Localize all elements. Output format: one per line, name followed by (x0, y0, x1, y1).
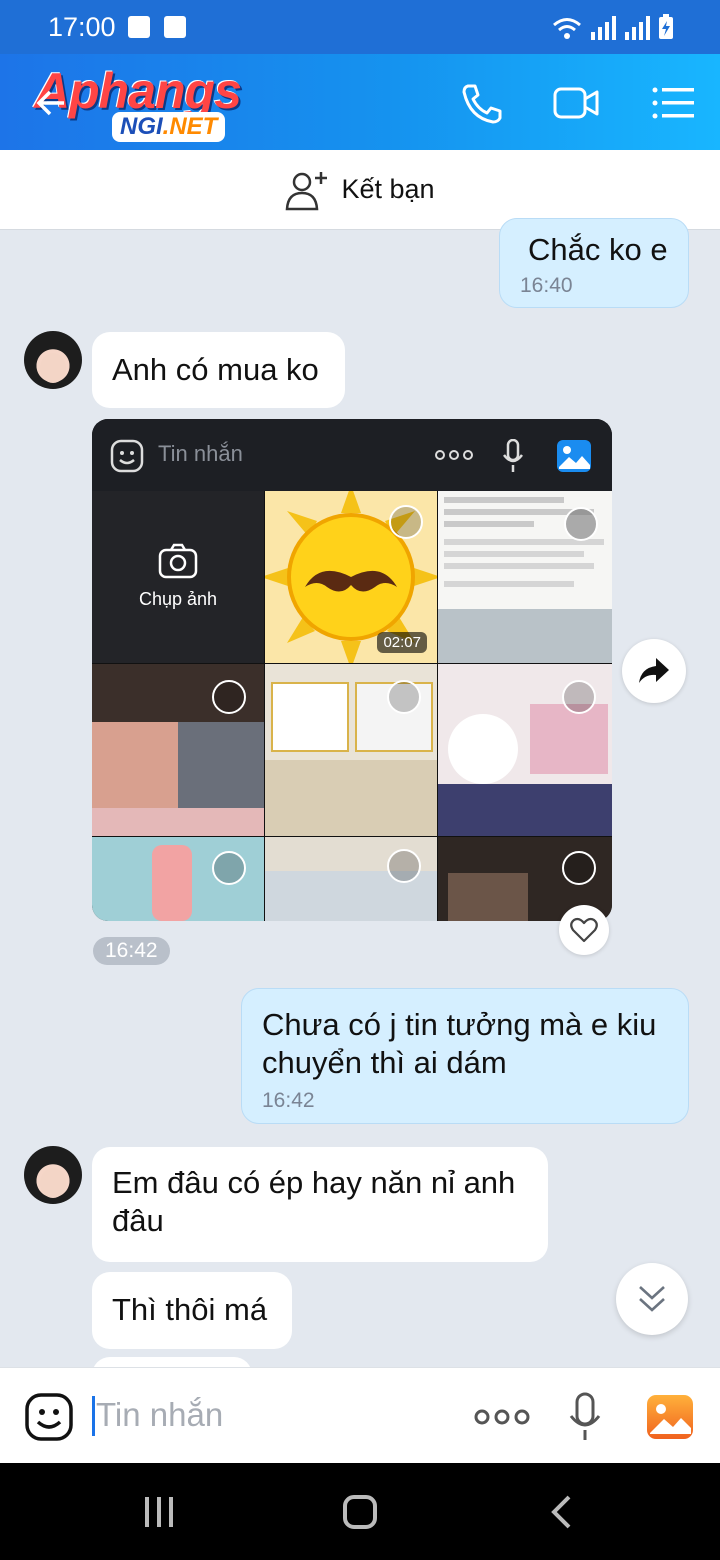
microphone-icon (503, 439, 523, 472)
add-friend-label: Kết bạn (341, 174, 435, 204)
double-chevron-down-icon (639, 1286, 665, 1312)
wifi-icon (553, 18, 581, 39)
message-text-line2: chuyển thì ai dám (262, 1045, 507, 1080)
heart-icon (570, 917, 598, 943)
react-heart-button[interactable] (559, 905, 609, 955)
microphone-icon[interactable] (568, 1392, 602, 1442)
message-text-line2: đâu (112, 1203, 164, 1238)
video-call-icon[interactable] (552, 80, 600, 126)
message-bubble-outgoing[interactable]: Chưa có j tin tưởng mà e kiu chuyển thì … (241, 988, 689, 1124)
message-text: Thì thôi má (112, 1292, 268, 1327)
status-bar: 17:00 (0, 0, 720, 54)
more-dots-icon (435, 450, 473, 460)
message-text: Chắc ko e (528, 232, 668, 267)
message-input[interactable]: Tin nhắn (92, 1392, 452, 1440)
battery-charging-icon (659, 14, 673, 39)
skincare-post-tile (265, 664, 437, 836)
watermark-logo: Aphangs NGI.NET (34, 62, 264, 144)
message-input-placeholder: Tin nhắn (96, 1396, 224, 1433)
chat-header: Aphangs NGI.NET (0, 54, 720, 150)
message-composer: Tin nhắn (0, 1367, 720, 1463)
cosmetics-post-tile (92, 664, 264, 836)
emoji-sticker-icon[interactable] (24, 1392, 74, 1442)
check-notification-icon (164, 16, 186, 38)
message-time: 16:42 (262, 1089, 315, 1112)
more-options-icon[interactable] (474, 1408, 530, 1426)
image-gallery-icon[interactable] (646, 1394, 694, 1440)
share-forward-button[interactable] (622, 639, 686, 703)
message-time-badge: 16:42 (93, 937, 170, 965)
camera-label: Chụp ảnh (138, 589, 218, 609)
gallery-icon (557, 440, 591, 472)
logo-badge: NGI.NET (112, 112, 226, 142)
image-composer-placeholder: Tin nhắn (158, 441, 243, 466)
sticker-video-tile: 02:07 (265, 491, 437, 663)
message-bubble-outgoing[interactable]: Chắc ko e 16:40 (499, 218, 689, 308)
signal-icon (591, 16, 616, 40)
back-arrow-icon[interactable] (36, 88, 66, 118)
gallery-notification-icon (128, 16, 150, 38)
emoji-icon (110, 439, 144, 473)
status-time: 17:00 (48, 12, 116, 42)
text-post-tile (438, 491, 612, 663)
message-text: Anh có mua ko (112, 352, 319, 387)
add-friend-icon (286, 171, 328, 210)
home-icon[interactable] (342, 1494, 378, 1530)
image-composer-bar: Tin nhắn (92, 419, 612, 491)
system-navigation-bar (0, 1463, 720, 1560)
message-bubble-incoming[interactable]: Anh có mua ko (92, 332, 345, 408)
signal-icon-2 (625, 16, 650, 40)
menu-list-icon[interactable] (650, 80, 698, 126)
phone-call-icon[interactable] (458, 80, 506, 126)
recent-apps-icon[interactable] (143, 1497, 175, 1527)
camera-tile: Chụp ảnh (92, 491, 264, 663)
message-image-attachment[interactable]: Tin nhắn Chụp ảnh 02:07 (92, 419, 612, 921)
back-icon[interactable] (550, 1495, 572, 1529)
message-text-line1: Em đâu có ép hay năn nỉ anh (112, 1165, 516, 1200)
contact-avatar[interactable] (24, 331, 82, 389)
message-text-line1: Chưa có j tin tưởng mà e kiu (262, 1007, 657, 1042)
message-bubble-incoming[interactable]: Em đâu có ép hay năn nỉ anh đâu (92, 1147, 548, 1262)
video-duration: 02:07 (377, 632, 427, 653)
camera-icon (158, 543, 198, 579)
cotton-pads-post-tile (438, 664, 612, 836)
products-post-tile (265, 837, 437, 921)
forward-arrow-icon (639, 658, 669, 683)
contact-avatar[interactable] (24, 1146, 82, 1204)
message-bubble-incoming[interactable]: Thì thôi má (92, 1272, 292, 1349)
scroll-to-bottom-button[interactable] (616, 1263, 688, 1335)
text-caret (92, 1396, 95, 1436)
water-post-tile (92, 837, 264, 921)
message-time: 16:40 (520, 274, 573, 297)
